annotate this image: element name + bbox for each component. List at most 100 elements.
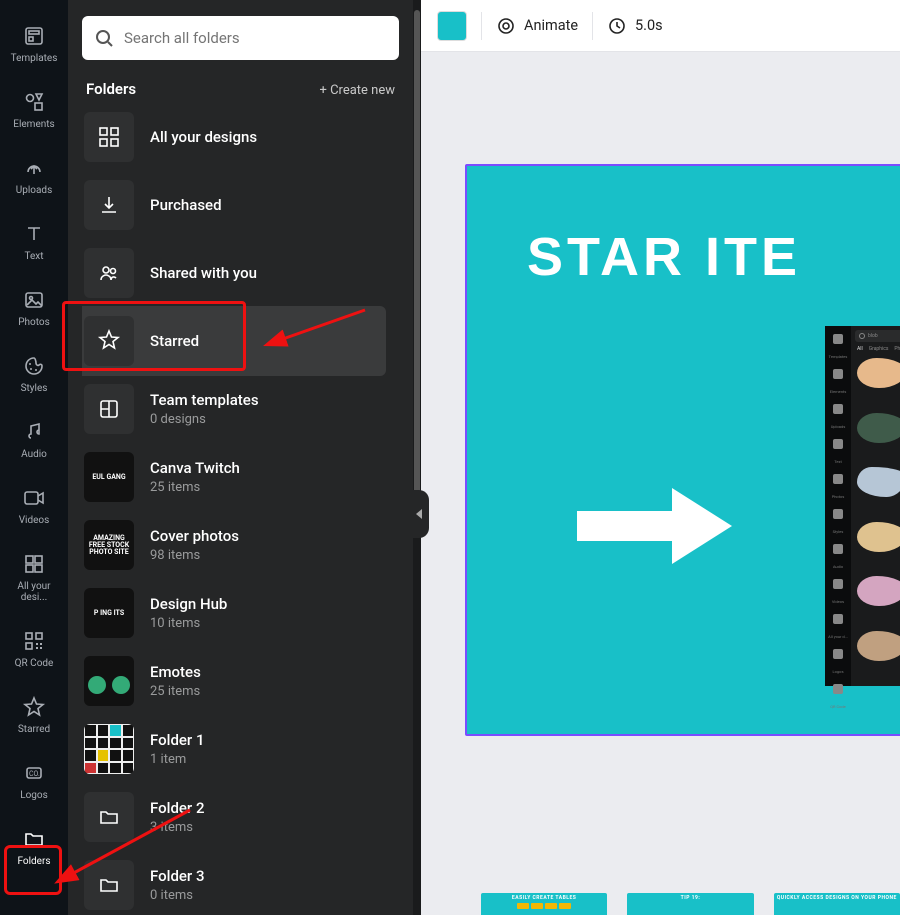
folder-sub: 0 items — [150, 888, 205, 903]
rail-label: Videos — [19, 515, 50, 526]
rail-label: Text — [24, 251, 43, 262]
folder-starred[interactable]: Starred — [82, 306, 386, 376]
layout-icon — [84, 384, 134, 434]
folder-emotes[interactable]: Emotes25 items — [82, 654, 399, 708]
uploads-icon — [22, 156, 46, 180]
search-bar[interactable] — [82, 16, 399, 60]
folder-icon — [22, 827, 46, 851]
rail-uploads[interactable]: Uploads — [4, 152, 64, 200]
folder-icon — [84, 860, 134, 910]
duration-button[interactable]: 5.0s — [607, 16, 663, 36]
color-chip[interactable] — [437, 11, 467, 41]
page-thumb[interactable]: QUICKLY ACCESS DESIGNS ON YOUR PHONE — [774, 893, 900, 915]
rail-starred[interactable]: Starred — [4, 691, 64, 739]
rail-folders[interactable]: Folders — [4, 823, 64, 871]
rail-videos[interactable]: Videos — [4, 482, 64, 530]
rail-elements[interactable]: Elements — [4, 86, 64, 134]
elements-icon — [22, 90, 46, 114]
rail-label: Photos — [18, 317, 50, 328]
create-new-link[interactable]: + Create new — [319, 83, 395, 98]
folder-sub: 3 items — [150, 820, 205, 835]
panel-title: Folders — [86, 80, 136, 98]
page-thumb[interactable]: TIP 19: — [627, 893, 753, 915]
topbar: Animate 5.0s — [421, 0, 900, 52]
canvas-area[interactable]: STAR ITE Templates Elements Uploads Text… — [421, 52, 900, 915]
rail-styles[interactable]: Styles — [4, 350, 64, 398]
folder-name: Emotes — [150, 663, 201, 681]
animate-label: Animate — [524, 17, 578, 34]
star-icon — [84, 316, 134, 366]
rail-logos[interactable]: CO. Logos — [4, 757, 64, 805]
rail-label: Audio — [21, 449, 47, 460]
rail-all-designs[interactable]: All your desi... — [4, 548, 64, 607]
folder-design-hub[interactable]: P ING ITS Design Hub 10 items — [82, 586, 399, 640]
folder-name: Canva Twitch — [150, 459, 240, 477]
folder-sub: 1 item — [150, 752, 205, 767]
folder-icon — [84, 792, 134, 842]
audio-icon — [22, 420, 46, 444]
folder-sub: 10 items — [150, 616, 227, 631]
mini-body: blob AllGraphicsPhotos — [851, 326, 900, 686]
folder-shared[interactable]: Shared with you — [82, 246, 399, 300]
styles-icon — [22, 354, 46, 378]
templates-icon — [22, 24, 46, 48]
mini-search-text: blob — [868, 333, 878, 339]
design-title-text[interactable]: STAR ITE — [527, 226, 900, 288]
grid-icon — [84, 112, 134, 162]
duration-label: 5.0s — [635, 17, 663, 34]
mini-tab: Photos — [894, 346, 900, 352]
page-thumb[interactable]: EASILY CREATE TABLES — [481, 893, 607, 915]
folder-cover-photos[interactable]: AMAZING FREE STOCK PHOTO SITE Cover phot… — [82, 518, 399, 572]
folder-name: Folder 1 — [150, 731, 205, 749]
folder-team-templates[interactable]: Team templates0 designs — [82, 382, 399, 436]
search-input[interactable] — [124, 29, 387, 47]
thumb-text: EUL GANG — [90, 472, 127, 483]
thumb-text: AMAZING FREE STOCK PHOTO SITE — [84, 533, 134, 558]
folder-canva-twitch[interactable]: EUL GANG Canva Twitch 25 items — [82, 450, 399, 504]
rail-label: Folders — [17, 856, 50, 867]
folder-purchased[interactable]: Purchased — [82, 178, 399, 232]
arrow-graphic[interactable] — [577, 476, 737, 576]
folder-name: Team templates — [150, 391, 259, 409]
divider — [592, 12, 593, 40]
rail-label: All your desi... — [4, 581, 64, 603]
folder-name: Folder 2 — [150, 799, 205, 817]
animate-button[interactable]: Animate — [496, 16, 578, 36]
divider — [481, 12, 482, 40]
folder-all-designs[interactable]: All your designs — [82, 110, 399, 164]
qrcode-icon — [22, 629, 46, 653]
rail-audio[interactable]: Audio — [4, 416, 64, 464]
rail-label: Templates — [11, 53, 58, 64]
people-icon — [84, 248, 134, 298]
panel-scrollbar[interactable] — [413, 0, 421, 915]
rail-text[interactable]: Text — [4, 218, 64, 266]
rail-label: Styles — [21, 383, 48, 394]
scrollbar-thumb[interactable] — [414, 10, 420, 530]
rail-qrcode[interactable]: QR Code — [4, 625, 64, 673]
thumb-title: QUICKLY ACCESS DESIGNS ON YOUR PHONE — [777, 895, 897, 901]
star-icon — [22, 695, 46, 719]
folder-thumbnail: P ING ITS — [84, 588, 134, 638]
folder-folder2[interactable]: Folder 2 3 items — [82, 790, 399, 844]
rail-photos[interactable]: Photos — [4, 284, 64, 332]
folder-list: All your designs Purchased Shared with y… — [82, 110, 399, 915]
folder-name: Design Hub — [150, 595, 227, 613]
folder-thumbnail — [84, 656, 134, 706]
folder-name: Shared with you — [150, 264, 257, 282]
videos-icon — [22, 486, 46, 510]
folder-sub: 25 items — [150, 480, 240, 495]
rail-label: Uploads — [16, 185, 52, 196]
rail-templates[interactable]: Templates — [4, 20, 64, 68]
folder-folder3[interactable]: Folder 30 items — [82, 858, 399, 912]
thumb-title: TIP 19: — [681, 895, 701, 901]
folder-thumbnail: EUL GANG — [84, 452, 134, 502]
mini-rail: Templates Elements Uploads Text Photos S… — [825, 326, 851, 686]
panel-collapse-handle[interactable] — [409, 490, 429, 538]
mini-tab: All — [857, 346, 863, 352]
design-canvas[interactable]: STAR ITE Templates Elements Uploads Text… — [465, 164, 900, 736]
left-rail: Templates Elements Uploads Text Photos S… — [0, 0, 68, 915]
search-icon — [94, 28, 114, 48]
rail-label: Logos — [20, 790, 48, 801]
rail-label: Starred — [18, 724, 50, 735]
folder-folder1[interactable]: Folder 1 1 item — [82, 722, 399, 776]
